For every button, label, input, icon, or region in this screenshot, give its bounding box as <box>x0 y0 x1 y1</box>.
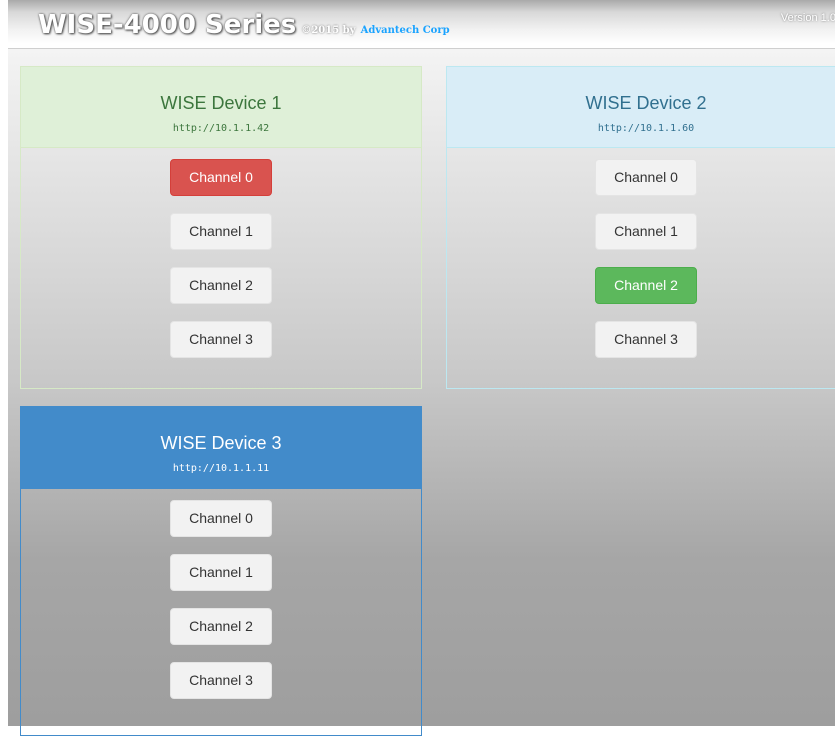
channel-2-button[interactable]: Channel 2 <box>595 267 697 304</box>
device-name: WISE Device 1 <box>160 93 282 113</box>
channel-0-button[interactable]: Channel 0 <box>595 159 697 196</box>
channel-0-button[interactable]: Channel 0 <box>170 500 272 537</box>
device-panel-2: WISE Device 2 http://10.1.1.60 Channel 0… <box>446 66 835 389</box>
channel-1-button[interactable]: Channel 1 <box>170 213 272 250</box>
device-panel-header: WISE Device 2 http://10.1.1.60 <box>447 67 835 148</box>
app-title: WISE-4000 Series <box>38 10 297 40</box>
header-bar: WISE-4000 Series ©2015 by Advantech Corp… <box>8 0 835 49</box>
channel-2-button[interactable]: Channel 2 <box>170 608 272 645</box>
device-name: WISE Device 3 <box>160 433 282 453</box>
channel-3-button[interactable]: Channel 3 <box>170 662 272 699</box>
device-panel-1: WISE Device 1 http://10.1.1.42 Channel 0… <box>20 66 422 389</box>
app-root: WISE-4000 Series ©2015 by Advantech Corp… <box>8 0 835 736</box>
device-url: http://10.1.1.42 <box>172 123 270 134</box>
version-label: Version 1.0. <box>780 12 835 24</box>
channel-3-button[interactable]: Channel 3 <box>595 321 697 358</box>
device-panel-header: WISE Device 1 http://10.1.1.42 <box>21 67 421 148</box>
device-url: http://10.1.1.60 <box>597 123 695 134</box>
company-link[interactable]: Advantech Corp <box>361 25 450 36</box>
device-panel-3: WISE Device 3 http://10.1.1.11 Channel 0… <box>20 406 422 736</box>
channel-1-button[interactable]: Channel 1 <box>170 554 272 591</box>
brand: WISE-4000 Series ©2015 by Advantech Corp <box>38 10 450 40</box>
device-name: WISE Device 2 <box>585 93 707 113</box>
channel-0-button[interactable]: Channel 0 <box>170 159 272 196</box>
device-panel-header: WISE Device 3 http://10.1.1.11 <box>21 407 421 489</box>
channel-3-button[interactable]: Channel 3 <box>170 321 272 358</box>
channel-1-button[interactable]: Channel 1 <box>595 213 697 250</box>
copyright-text: ©2015 by <box>301 25 356 36</box>
channel-2-button[interactable]: Channel 2 <box>170 267 272 304</box>
device-url: http://10.1.1.11 <box>172 463 270 474</box>
